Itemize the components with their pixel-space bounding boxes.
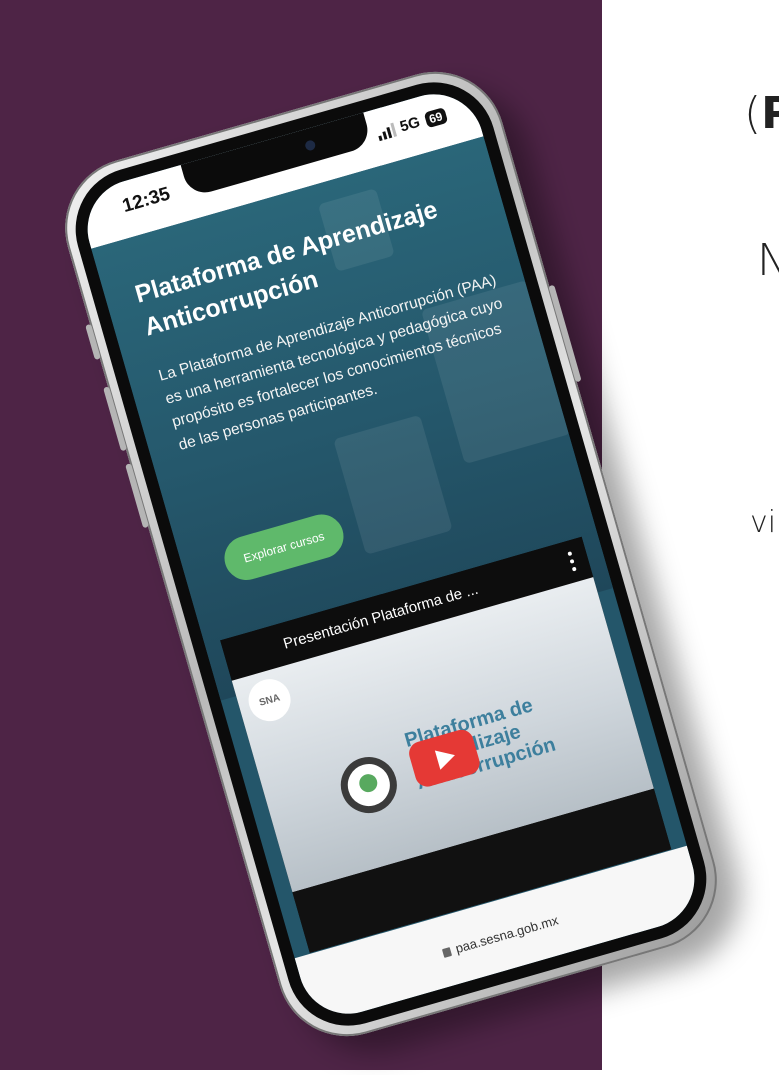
- network-label: 5G: [398, 113, 422, 136]
- paa-logo-icon: [334, 750, 404, 820]
- explore-courses-button[interactable]: Explorar cursos: [219, 509, 349, 586]
- signal-icon: [375, 122, 397, 141]
- battery-icon: 69: [423, 106, 449, 128]
- play-icon: [434, 745, 458, 770]
- lock-icon: [442, 946, 453, 958]
- status-time: 12:35: [120, 183, 173, 218]
- side-text-fragment-2: vi: [750, 505, 777, 540]
- more-options-icon[interactable]: [567, 551, 577, 572]
- side-heading-fragment: (P: [744, 88, 779, 139]
- side-text-fragment: N: [757, 235, 779, 286]
- url-text[interactable]: paa.sesna.gob.mx: [454, 912, 560, 956]
- status-indicators: 5G 69: [375, 106, 449, 142]
